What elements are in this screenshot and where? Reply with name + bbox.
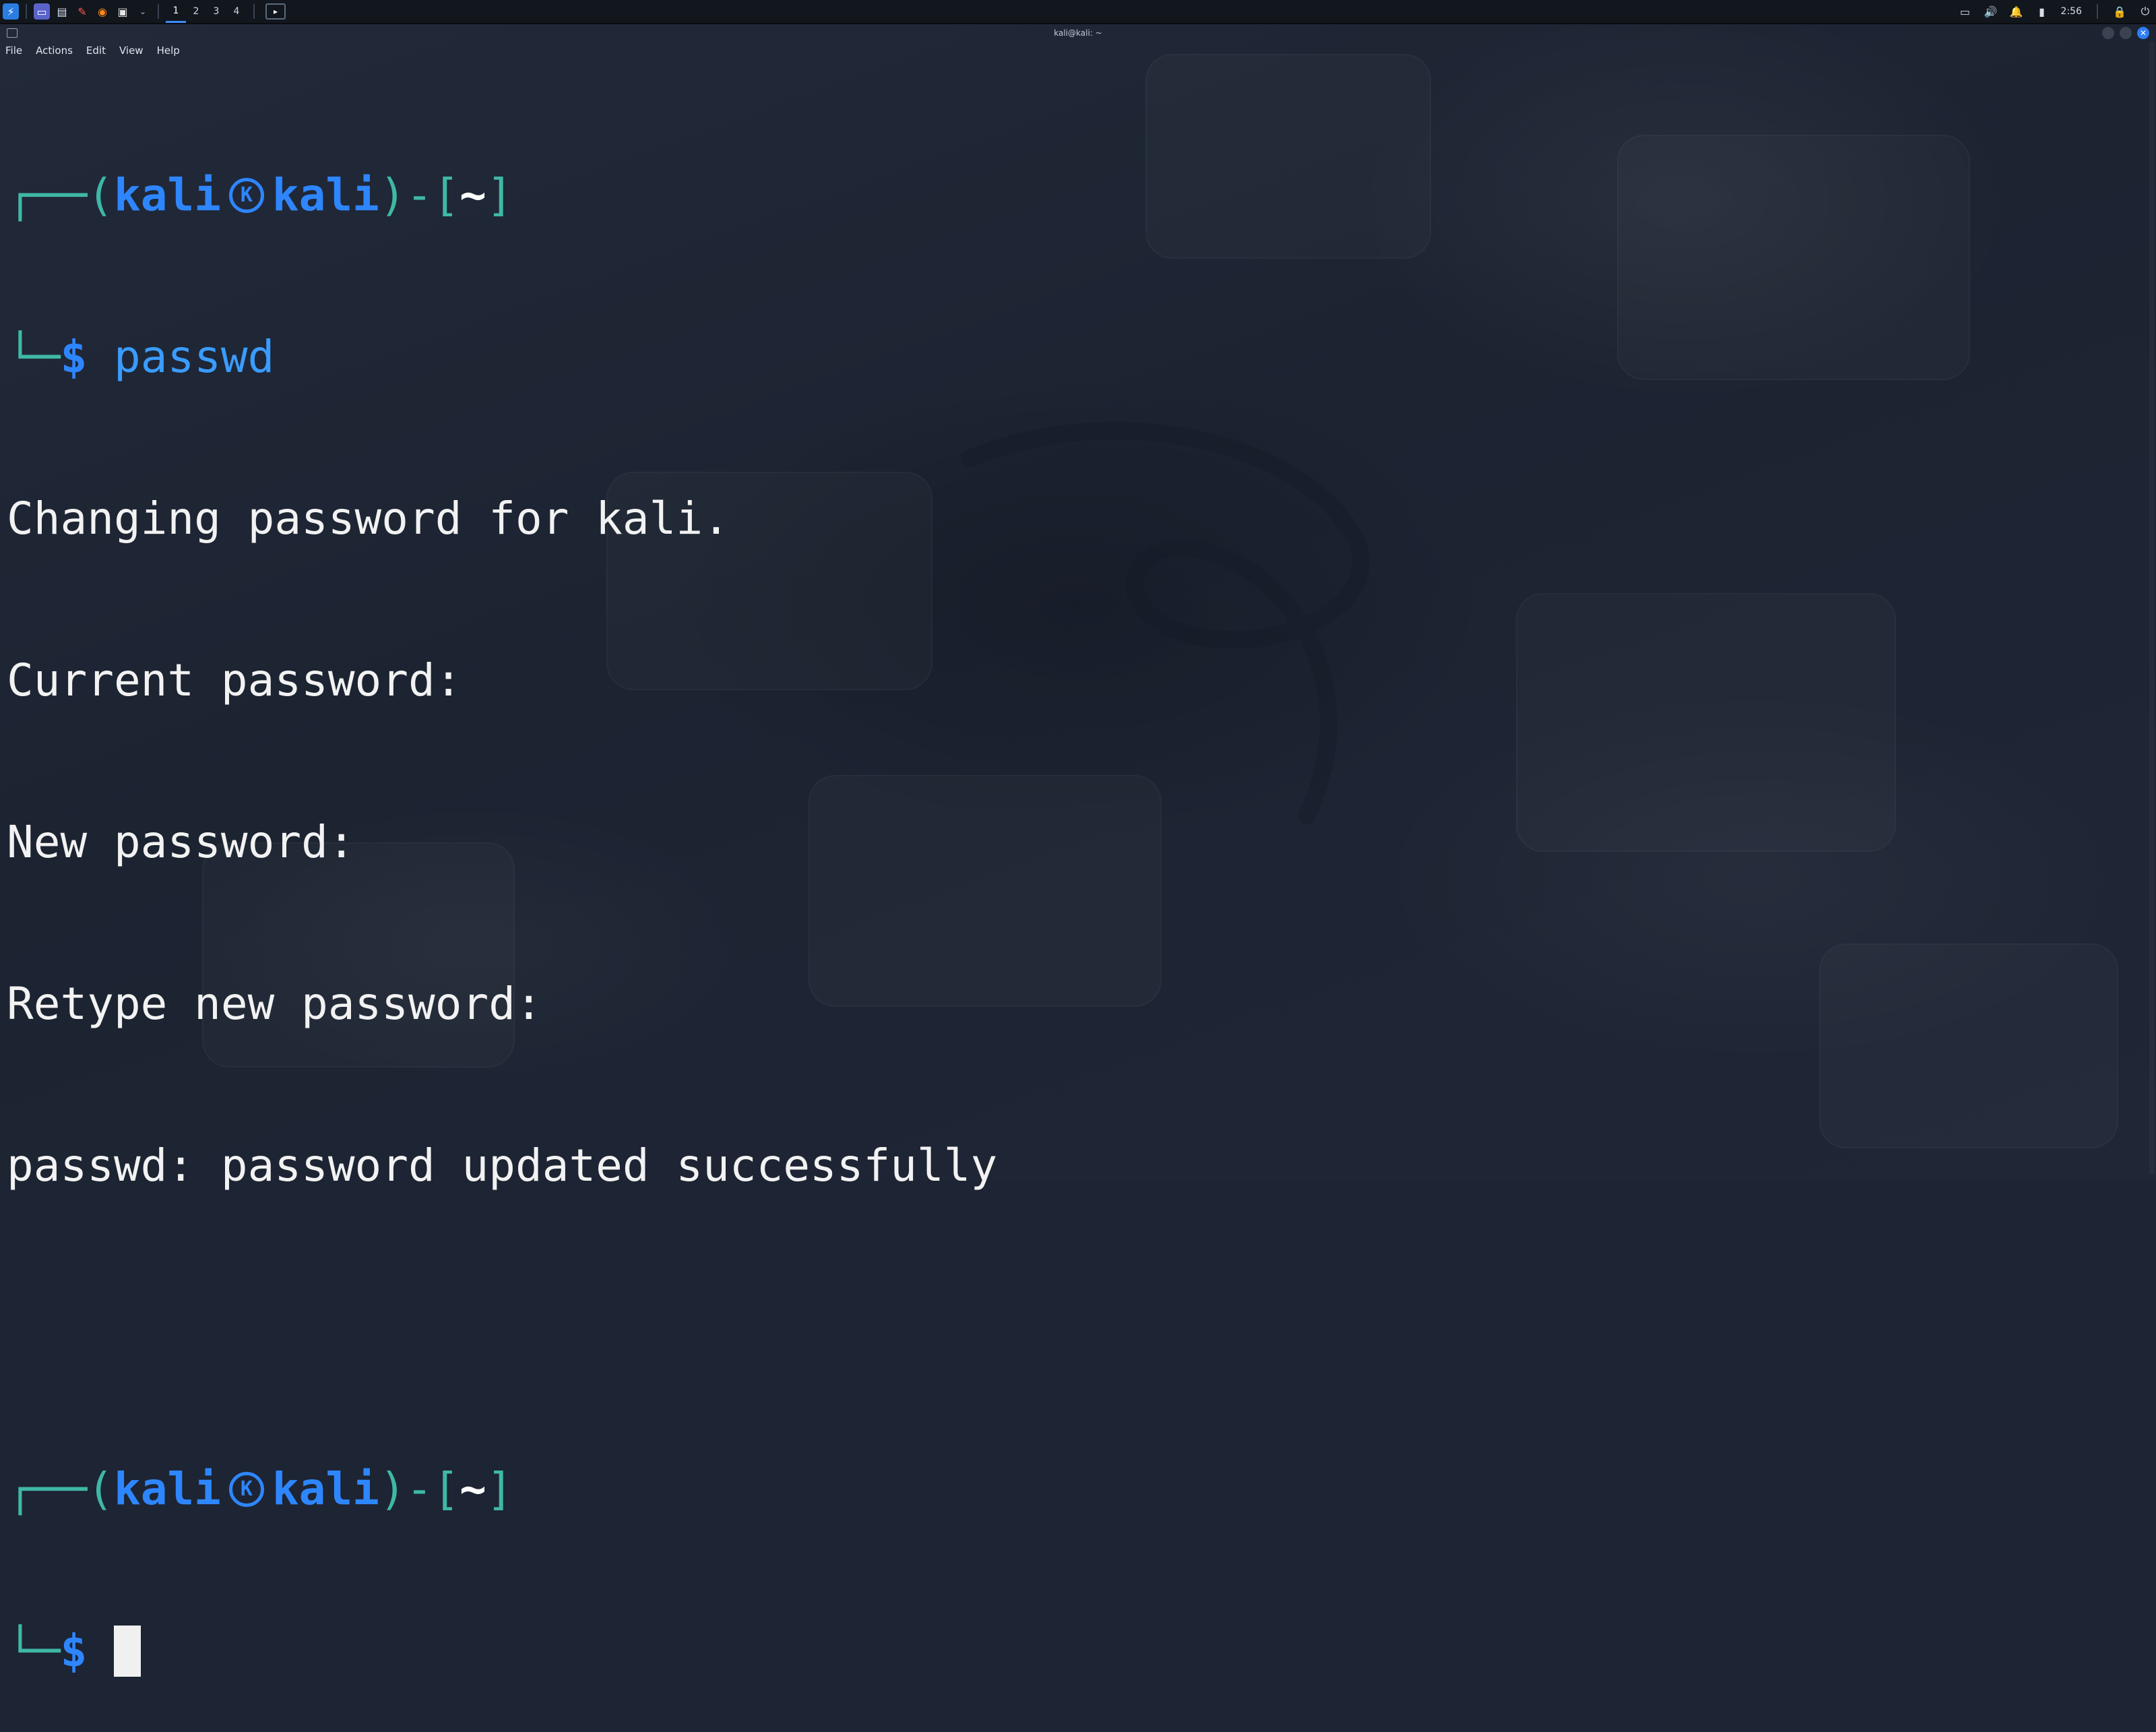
- kali-logo-icon: K: [228, 1472, 264, 1507]
- panel-clock[interactable]: 2:56: [2061, 6, 2082, 17]
- output-line: passwd: password updated successfully: [7, 1140, 998, 1192]
- prompt-user: kali: [113, 169, 221, 221]
- terminal-output[interactable]: ┌──(kali Kkali)-[~] └─ $ passwd Changing p…: [7, 61, 2116, 1677]
- window-title: kali@kali: ~: [1054, 28, 1102, 38]
- terminal-scrollbar[interactable]: [2149, 42, 2155, 1174]
- prompt-symbol: $: [60, 331, 88, 383]
- volume-icon[interactable]: 🔊: [1984, 5, 1998, 18]
- prompt-separator: )-[: [379, 1463, 460, 1515]
- close-button[interactable]: ✕: [2137, 27, 2149, 39]
- prompt-line-1: ┌──(kali Kkali)-[~]: [7, 168, 2116, 222]
- workspace-switcher: 1 2 3 4: [166, 0, 247, 23]
- workspace-2[interactable]: 2: [186, 0, 206, 23]
- panel-separator: [2097, 4, 2098, 19]
- firefox-icon[interactable]: ◉: [94, 3, 110, 20]
- workspace-4[interactable]: 4: [226, 0, 247, 23]
- prompt-separator: )-[: [379, 169, 460, 221]
- prompt-corner-bottom: └─: [7, 1625, 61, 1677]
- menu-view[interactable]: View: [119, 44, 144, 57]
- notification-bell-icon[interactable]: 🔔: [2010, 5, 2023, 18]
- text-cursor: [113, 1626, 141, 1677]
- menu-edit[interactable]: Edit: [86, 44, 106, 57]
- terminal-window-icon: [7, 28, 18, 38]
- menu-help[interactable]: Help: [157, 44, 180, 57]
- typed-command: passwd: [113, 331, 275, 383]
- prompt-corner-bottom: └─: [7, 331, 61, 383]
- top-panel: ⚡ ▭ ▤ ✎ ◉ ▣ ⌄ 1 2 3 4 ▸ ▭ 🔊 🔔 ▮ 2:56 🔒 ⏻: [0, 0, 2156, 24]
- prompt-corner: ┌──(: [7, 1463, 114, 1515]
- prompt-host: kali: [272, 1463, 379, 1515]
- kali-logo-icon: K: [228, 178, 264, 213]
- menu-file[interactable]: File: [5, 44, 22, 57]
- prompt-dir: ~: [459, 1463, 486, 1515]
- text-editor-icon[interactable]: ✎: [74, 3, 90, 20]
- prompt-bracket-close: ]: [486, 1463, 513, 1515]
- prompt-host: kali: [272, 169, 379, 221]
- panel-separator: [26, 4, 27, 19]
- prompt-symbol: $: [60, 1625, 88, 1677]
- prompt-dir: ~: [459, 169, 486, 221]
- battery-icon[interactable]: ▮: [2035, 5, 2049, 18]
- power-icon[interactable]: ⏻: [2138, 5, 2152, 18]
- command-line-1: └─ $ passwd: [7, 330, 2116, 384]
- workspace-3[interactable]: 3: [206, 0, 226, 23]
- display-icon[interactable]: ▭: [1959, 5, 1972, 18]
- maximize-button[interactable]: [2120, 27, 2132, 39]
- command-line-2: └─ $: [7, 1624, 2116, 1678]
- menu-actions[interactable]: Actions: [36, 44, 73, 57]
- panel-separator: [158, 4, 159, 19]
- kali-menu-icon[interactable]: ⚡: [3, 3, 19, 20]
- output-line: Current password:: [7, 654, 462, 706]
- minimize-button[interactable]: [2102, 27, 2114, 39]
- output-line: Retype new password:: [7, 978, 542, 1030]
- file-manager-icon[interactable]: ▤: [54, 3, 70, 20]
- prompt-corner: ┌──(: [7, 169, 114, 221]
- terminal-icon[interactable]: ▣: [115, 3, 131, 20]
- prompt-bracket-close: ]: [486, 169, 513, 221]
- desktop-icon[interactable]: ▭: [34, 3, 50, 20]
- terminal-menubar: File Actions Edit View Help: [5, 42, 180, 59]
- panel-separator: [253, 4, 255, 19]
- output-line: Changing password for kali.: [7, 493, 730, 545]
- taskbar-terminal-button[interactable]: ▸: [265, 3, 286, 20]
- output-line: New password:: [7, 816, 355, 868]
- chevron-down-icon[interactable]: ⌄: [135, 3, 151, 20]
- workspace-1[interactable]: 1: [166, 0, 186, 23]
- window-titlebar[interactable]: kali@kali: ~ ✕: [0, 24, 2156, 42]
- lock-icon[interactable]: 🔒: [2113, 5, 2126, 18]
- prompt-user: kali: [113, 1463, 221, 1515]
- prompt-line-2: ┌──(kali Kkali)-[~]: [7, 1462, 2116, 1516]
